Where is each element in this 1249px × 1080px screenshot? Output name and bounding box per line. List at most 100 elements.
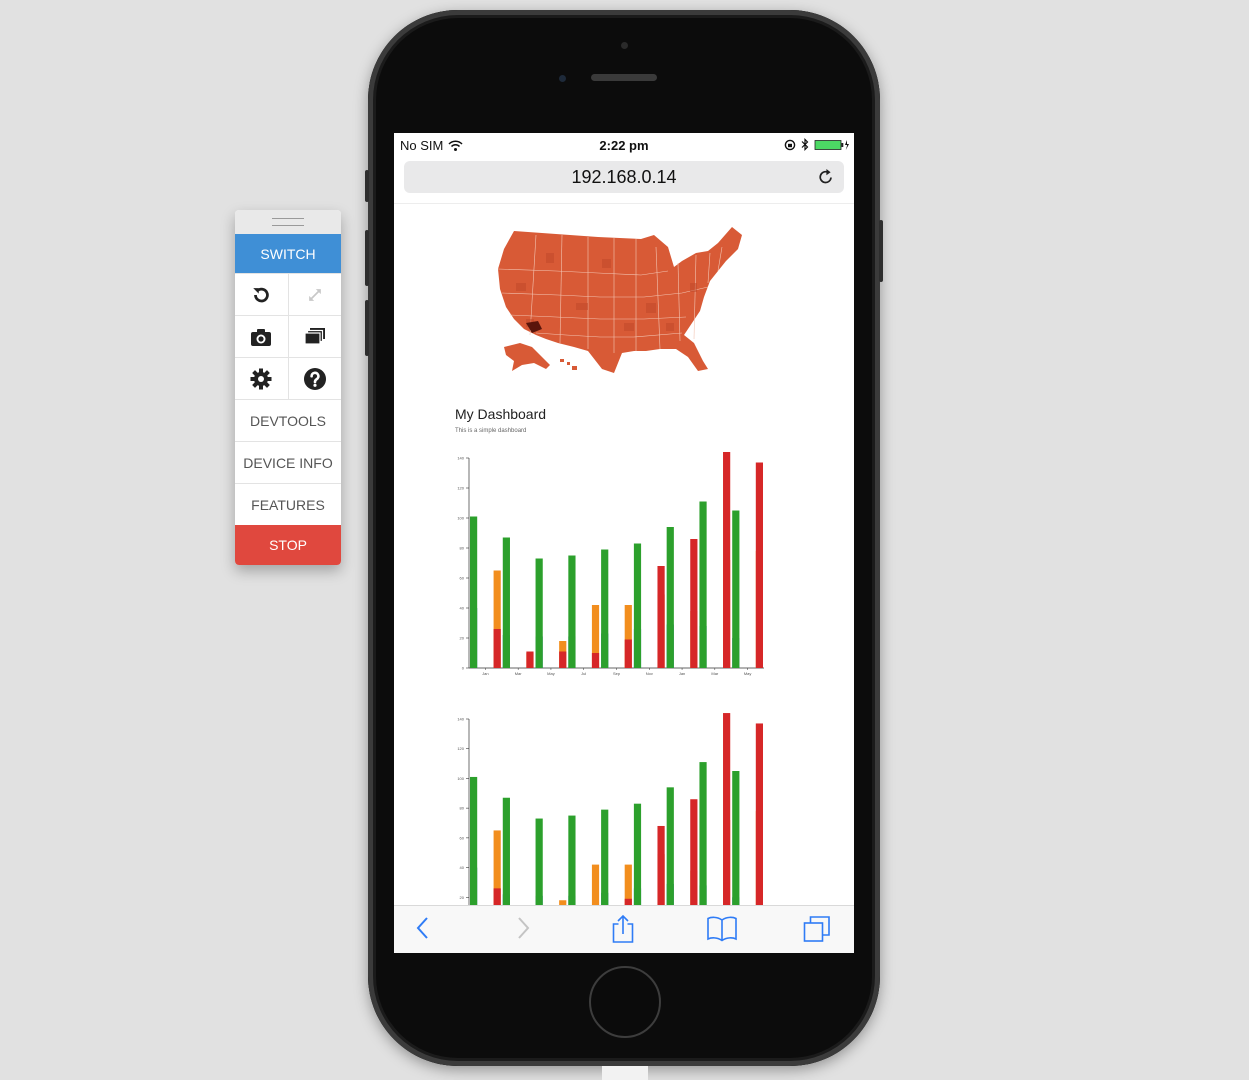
camera-icon: [251, 328, 272, 346]
forward-icon[interactable]: [514, 914, 532, 942]
y-tick-label: 140: [457, 456, 464, 461]
x-tick-label: Mar: [711, 671, 719, 676]
x-tick-label: Sep: [613, 671, 621, 676]
panel-row-settings: [235, 357, 341, 399]
dashboard-subtitle: This is a simple dashboard: [455, 428, 527, 434]
y-tick-label: 80: [460, 806, 465, 811]
y-tick-label: 80: [460, 546, 465, 551]
hawaii-islands: [560, 359, 577, 370]
volume-down-button: [365, 300, 369, 356]
images-icon: [304, 327, 325, 345]
y-tick-label: 20: [460, 636, 465, 641]
y-tick-label: 140: [457, 717, 464, 722]
bar: [666, 527, 674, 668]
x-tick-label: Jul: [581, 671, 586, 676]
bar: [591, 864, 600, 907]
x-tick-label: Jan: [482, 671, 488, 676]
url-text: 192.168.0.14: [571, 167, 677, 187]
remote-control-panel: SWITCH DEVTOOLS DEVICE INFO FEATURES STO…: [235, 210, 341, 565]
resize-button[interactable]: [287, 274, 342, 315]
y-tick-label: 120: [457, 486, 464, 491]
bar: [657, 825, 665, 907]
devtools-button[interactable]: DEVTOOLS: [235, 399, 341, 441]
power-button: [879, 220, 883, 282]
panel-row-capture: [235, 315, 341, 357]
y-tick-label: 20: [460, 895, 465, 900]
share-icon[interactable]: [610, 914, 636, 944]
us-choropleth-map: [497, 227, 742, 373]
rotate-icon: [253, 287, 270, 302]
stop-button[interactable]: STOP: [235, 525, 341, 565]
reload-icon[interactable]: [818, 168, 834, 185]
help-button[interactable]: [287, 358, 342, 399]
tabs-icon[interactable]: [802, 914, 832, 944]
bar: [502, 797, 510, 907]
bar: [690, 799, 698, 907]
bar: [723, 452, 731, 668]
volume-up-button: [365, 230, 369, 286]
bar: [723, 713, 731, 907]
bar: [633, 803, 642, 907]
gear-icon: [250, 368, 272, 389]
x-tick-label: Mar: [515, 671, 523, 676]
bar: [732, 771, 740, 907]
y-tick-label: 100: [457, 776, 464, 781]
settings-button[interactable]: [235, 358, 288, 399]
battery-icon: [814, 139, 849, 150]
expand-icon: [308, 288, 321, 301]
y-tick-label: 60: [460, 835, 465, 840]
x-tick-label: Jan: [679, 671, 685, 676]
screenshot-button[interactable]: [235, 316, 288, 357]
bar: [755, 723, 763, 907]
bar: [470, 516, 478, 668]
address-bar[interactable]: 192.168.0.14: [404, 161, 844, 193]
y-tick-label: 40: [460, 606, 465, 611]
bar: [601, 809, 609, 907]
alaska-shape: [504, 343, 550, 371]
rotate-button[interactable]: [235, 274, 288, 315]
home-button[interactable]: [589, 966, 661, 1038]
drag-handle[interactable]: [235, 210, 341, 234]
bar: [526, 651, 534, 668]
status-icons: [784, 138, 850, 151]
bar: [535, 818, 543, 907]
bar: [732, 510, 740, 668]
y-tick-label: 40: [460, 865, 465, 870]
back-icon[interactable]: [414, 914, 432, 942]
grip-icon: [272, 218, 304, 226]
x-tick-label: May: [744, 671, 752, 676]
bar: [699, 762, 707, 907]
switch-button[interactable]: SWITCH: [235, 234, 341, 273]
bar: [568, 815, 576, 907]
gallery-button[interactable]: [287, 316, 342, 357]
bar: [690, 539, 698, 668]
bar: [559, 651, 567, 668]
bar: [633, 543, 642, 668]
y-tick-label: 120: [457, 746, 464, 751]
x-tick-label: May: [547, 671, 555, 676]
lightning-cable: [602, 1066, 648, 1080]
features-button[interactable]: FEATURES: [235, 483, 341, 525]
proximity-sensor: [621, 42, 628, 49]
dashboard-title: My Dashboard: [455, 406, 547, 422]
bar: [470, 776, 478, 907]
bluetooth-icon: [801, 138, 809, 151]
bar: [591, 653, 600, 668]
device-info-button[interactable]: DEVICE INFO: [235, 441, 341, 483]
bookmarks-icon[interactable]: [706, 914, 738, 942]
safari-toolbar: [394, 905, 854, 953]
front-camera: [559, 75, 566, 82]
address-bar-divider: [394, 203, 854, 204]
panel-row-rotate: [235, 273, 341, 315]
y-tick-label: 0: [462, 666, 465, 671]
bar: [502, 537, 510, 668]
mute-switch: [365, 170, 369, 202]
bar-chart-2: 20 40 60 80 100 120 140: [457, 713, 763, 907]
bar: [601, 549, 609, 668]
phone-screen: No SIM 2:22 pm 192.168.0.14 My Dashboard…: [394, 133, 854, 953]
bar: [657, 566, 665, 668]
y-tick-label: 100: [457, 516, 464, 521]
bar: [755, 462, 763, 668]
bar: [666, 787, 674, 907]
bar-chart-1: 0 20 40 60 80 100 120 140 Jan Mar May Jul Sep Nov Jan M…: [457, 452, 764, 676]
